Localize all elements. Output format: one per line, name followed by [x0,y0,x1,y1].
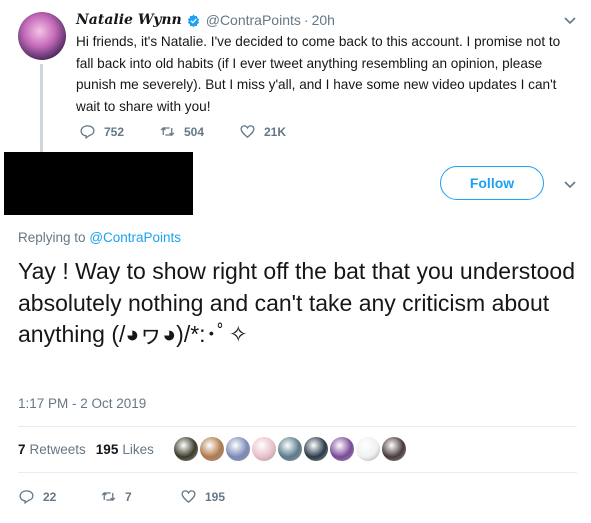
separator: · [303,12,309,28]
like-button[interactable]: 195 [180,488,225,505]
handle[interactable]: @ContraPoints [206,12,301,28]
likes-stat-label: Likes [122,442,154,457]
replying-to: Replying to @ContraPoints [18,230,181,245]
liker-avatar[interactable] [226,437,250,461]
like-count: 195 [205,489,226,504]
reply-count: 752 [104,124,125,139]
tweet-time[interactable]: 20h [312,12,335,28]
retweet-button[interactable]: 7 [100,488,180,505]
liker-avatar[interactable] [252,437,276,461]
engagement-stats: 7 Retweets 195 Likes [18,442,164,457]
display-name[interactable]: Natalie Wynn [76,12,182,28]
like-button[interactable]: 21K [239,123,286,140]
tweet-text: Hi friends, it's Natalie. I've decided t… [76,34,561,114]
divider [18,472,577,473]
retweets-stat-label: Retweets [29,442,86,457]
like-count: 21K [264,124,287,139]
thread-line [40,64,43,162]
chevron-down-icon[interactable] [562,176,578,192]
tweet-timestamp[interactable]: 1:17 PM - 2 Oct 2019 [18,396,146,411]
liker-avatar[interactable] [304,437,328,461]
verified-badge-icon [187,13,199,27]
retweet-icon [101,492,116,501]
liker-avatars [174,437,408,461]
reply-icon [80,125,95,140]
divider [18,426,577,427]
retweet-button[interactable]: 504 [159,123,239,140]
reply-button[interactable]: 22 [18,488,100,505]
reply-icon [19,490,34,505]
retweet-count: 504 [184,124,205,139]
liker-avatar[interactable] [174,437,198,461]
liker-avatar[interactable] [278,437,302,461]
likes-stat-count: 195 [95,442,119,457]
retweet-icon [160,127,175,136]
reply-button[interactable]: 752 [79,123,159,140]
follow-button[interactable]: Follow [440,166,544,200]
retweet-count: 7 [125,489,132,504]
likes-stat[interactable]: 195 Likes [96,442,154,457]
avatar[interactable] [18,12,66,60]
replying-to-label: Replying to [18,230,86,245]
reply-tweet: Follow Replying to @ContraPoints Yay ! W… [0,152,591,523]
liker-avatar[interactable] [330,437,354,461]
retweets-stat-count: 7 [18,442,26,457]
parent-tweet[interactable]: Natalie Wynn @ContraPoints · 20h Hi frie… [0,0,591,162]
retweets-stat[interactable]: 7 Retweets [18,442,86,457]
reply-count: 22 [43,489,57,504]
liker-avatar[interactable] [200,437,224,461]
heart-icon [181,490,196,503]
reply-tweet-actions: 22 7 195 [18,488,225,505]
liker-avatar[interactable] [382,437,406,461]
redacted-user-block [4,152,193,215]
tweet-header: Natalie Wynn @ContraPoints · 20h [76,12,335,28]
chevron-down-icon[interactable] [562,12,578,28]
heart-icon [240,125,255,138]
tweet-actions: 752 504 21K [79,123,286,140]
liker-avatar[interactable] [356,437,380,461]
replying-to-handle[interactable]: @ContraPoints [89,230,181,245]
reply-text: Yay ! Way to show right off the bat that… [18,258,576,347]
